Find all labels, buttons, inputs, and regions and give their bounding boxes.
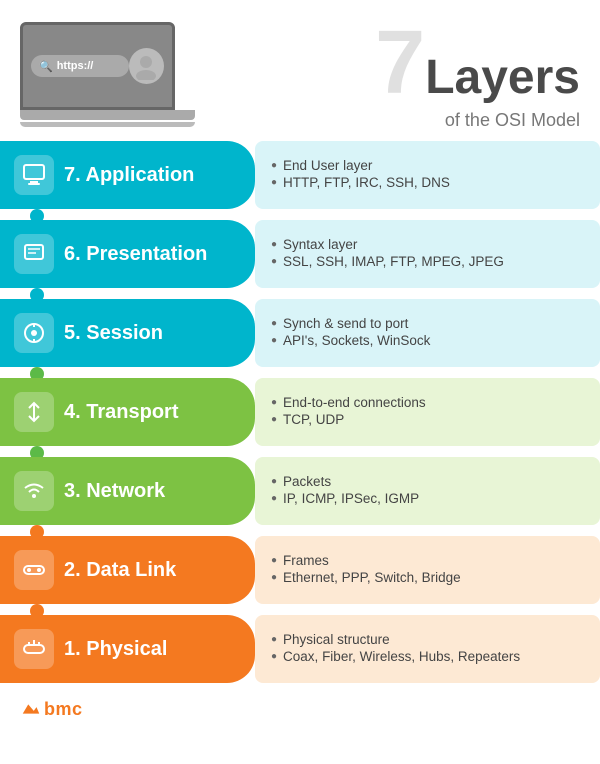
- connector-6: [0, 212, 255, 220]
- layer-row-5: 5. Session Synch & send to port API's, S…: [0, 299, 600, 367]
- connector-4: [0, 370, 255, 378]
- layer-name-4: 4. Transport: [64, 401, 178, 424]
- layer-bullet2-7: HTTP, FTP, IRC, SSH, DNS: [271, 175, 584, 190]
- layer-row-1: 1. Physical Physical structure Coax, Fib…: [0, 615, 600, 683]
- layer-name-7: 7. Application: [64, 164, 194, 187]
- layer-name-5: 5. Session: [64, 322, 163, 345]
- layer-bullet1-2: Frames: [271, 553, 584, 568]
- layer-left-3[interactable]: 3. Network: [0, 457, 255, 525]
- layer-bullet2-6: SSL, SSH, IMAP, FTP, MPEG, JPEG: [271, 254, 584, 269]
- address-bar: 🔍 https://: [31, 55, 129, 77]
- layer-bullet2-5: API's, Sockets, WinSock: [271, 333, 584, 348]
- layer-right-5: Synch & send to port API's, Sockets, Win…: [255, 299, 600, 367]
- bmc-icon: [20, 698, 42, 720]
- layer-left-2[interactable]: 2. Data Link: [0, 536, 255, 604]
- title-number: 7: [375, 18, 425, 108]
- connector-5: [0, 291, 255, 299]
- laptop-foot: [20, 122, 195, 127]
- layer-bullet1-1: Physical structure: [271, 632, 584, 647]
- layer-left-4[interactable]: 4. Transport: [0, 378, 255, 446]
- laptop-url: https://: [57, 60, 94, 72]
- layer-icon-3: [14, 471, 54, 511]
- layer-name-6: 6. Presentation: [64, 243, 207, 266]
- layer-right-6: Syntax layer SSL, SSH, IMAP, FTP, MPEG, …: [255, 220, 600, 288]
- layer-icon-1: [14, 629, 54, 669]
- laptop-screen: 🔍 https://: [20, 22, 175, 110]
- layer-right-1: Physical structure Coax, Fiber, Wireless…: [255, 615, 600, 683]
- layer-icon-4: [14, 392, 54, 432]
- layer-bullet1-7: End User layer: [271, 158, 584, 173]
- layer-bullet2-4: TCP, UDP: [271, 412, 584, 427]
- layer-bullet2-3: IP, ICMP, IPSec, IGMP: [271, 491, 584, 506]
- avatar: [129, 48, 164, 84]
- title-block: 7 Layers of the OSI Model: [195, 18, 580, 131]
- laptop-base: [20, 110, 195, 120]
- title-main: Layers: [425, 54, 580, 102]
- bmc-text: bmc: [44, 699, 83, 720]
- layer-right-4: End-to-end connections TCP, UDP: [255, 378, 600, 446]
- search-icon: 🔍: [39, 60, 53, 73]
- connector-3: [0, 449, 255, 457]
- layer-left-6[interactable]: 6. Presentation: [0, 220, 255, 288]
- layer-bullet1-4: End-to-end connections: [271, 395, 584, 410]
- layer-icon-7: [14, 155, 54, 195]
- connector-2: [0, 528, 255, 536]
- layer-row-2: 2. Data Link Frames Ethernet, PPP, Switc…: [0, 536, 600, 604]
- layer-bullet1-5: Synch & send to port: [271, 316, 584, 331]
- layer-icon-2: [14, 550, 54, 590]
- layer-bullet2-1: Coax, Fiber, Wireless, Hubs, Repeaters: [271, 649, 584, 664]
- layer-bullet2-2: Ethernet, PPP, Switch, Bridge: [271, 570, 584, 585]
- header: 🔍 https:// 7 Layers of the OSI Model: [0, 0, 600, 141]
- layer-icon-6: [14, 234, 54, 274]
- layers-container: 7. Application End User layer HTTP, FTP,…: [0, 141, 600, 683]
- layer-left-1[interactable]: 1. Physical: [0, 615, 255, 683]
- footer: bmc: [0, 686, 600, 730]
- layer-right-3: Packets IP, ICMP, IPSec, IGMP: [255, 457, 600, 525]
- layer-row-7: 7. Application End User layer HTTP, FTP,…: [0, 141, 600, 209]
- layer-row-6: 6. Presentation Syntax layer SSL, SSH, I…: [0, 220, 600, 288]
- title-subtitle: of the OSI Model: [215, 110, 580, 131]
- layer-icon-5: [14, 313, 54, 353]
- layer-name-2: 2. Data Link: [64, 559, 176, 582]
- layer-name-1: 1. Physical: [64, 638, 167, 661]
- layer-row-4: 4. Transport End-to-end connections TCP,…: [0, 378, 600, 446]
- layer-right-7: End User layer HTTP, FTP, IRC, SSH, DNS: [255, 141, 600, 209]
- layer-name-3: 3. Network: [64, 480, 165, 503]
- layer-right-2: Frames Ethernet, PPP, Switch, Bridge: [255, 536, 600, 604]
- layer-left-7[interactable]: 7. Application: [0, 141, 255, 209]
- layer-bullet1-6: Syntax layer: [271, 237, 584, 252]
- bmc-logo: bmc: [20, 698, 83, 720]
- layer-bullet1-3: Packets: [271, 474, 584, 489]
- layer-row-3: 3. Network Packets IP, ICMP, IPSec, IGMP: [0, 457, 600, 525]
- laptop-graphic: 🔍 https://: [20, 22, 195, 127]
- layer-left-5[interactable]: 5. Session: [0, 299, 255, 367]
- connector-1: [0, 607, 255, 615]
